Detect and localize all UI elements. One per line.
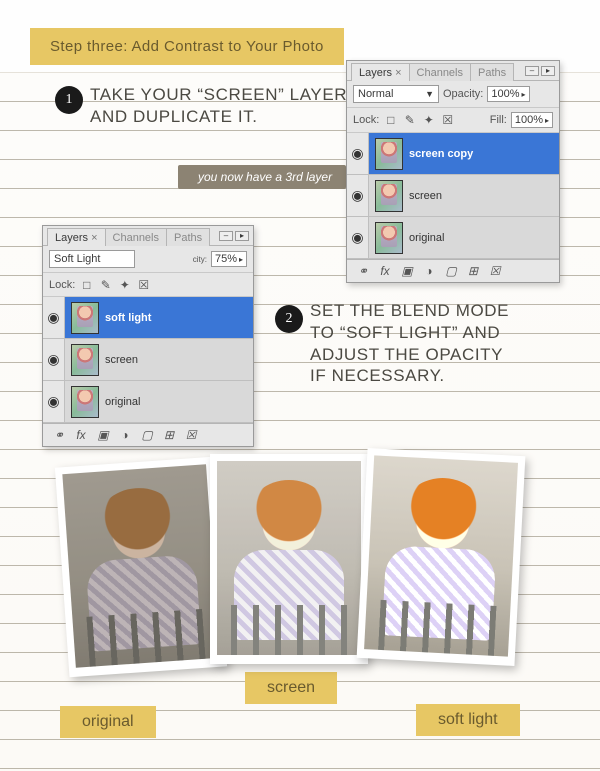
layer-mask-icon[interactable]: ▣: [95, 428, 111, 442]
tab-channels[interactable]: Channels: [105, 228, 167, 246]
blend-mode-dropdown[interactable]: Soft Light: [49, 250, 135, 268]
lock-label: Lock:: [353, 114, 379, 126]
trash-icon[interactable]: ☒: [487, 264, 503, 278]
chevron-right-icon: ▸: [239, 255, 243, 264]
link-layers-icon[interactable]: ⚭: [355, 264, 371, 278]
fill-label: Fill:: [490, 114, 507, 126]
adjustment-layer-icon[interactable]: ◑: [421, 264, 437, 278]
lock-all-icon[interactable]: ☒: [136, 277, 151, 292]
layer-name[interactable]: screen copy: [409, 148, 473, 160]
visibility-eye-icon[interactable]: ◉: [43, 297, 65, 338]
layers-list: ◉ screen copy ◉ screen ◉ original: [347, 133, 559, 259]
blend-mode-value: Soft Light: [54, 253, 100, 265]
layer-name[interactable]: original: [409, 232, 444, 244]
layer-row-original[interactable]: ◉ original: [347, 217, 559, 259]
tab-channels[interactable]: Channels: [409, 63, 471, 81]
layer-name[interactable]: soft light: [105, 312, 151, 324]
panel-minimize-icon[interactable]: –: [219, 231, 233, 241]
label-original: original: [60, 706, 156, 738]
chevron-right-icon: ▸: [522, 90, 526, 99]
fx-icon[interactable]: fx: [377, 264, 393, 278]
visibility-eye-icon[interactable]: ◉: [43, 339, 65, 380]
new-layer-icon[interactable]: ⊞: [465, 264, 481, 278]
photo-original: [55, 457, 227, 678]
fx-icon[interactable]: fx: [73, 428, 89, 442]
visibility-eye-icon[interactable]: ◉: [43, 381, 65, 422]
opacity-value: 100%: [491, 88, 519, 100]
panel-minimize-icon[interactable]: –: [525, 66, 539, 76]
lock-pixels-icon[interactable]: ✎: [98, 277, 113, 292]
layer-thumbnail[interactable]: [71, 302, 99, 334]
chevron-down-icon: ▼: [425, 89, 434, 99]
opacity-label-abbrev: city:: [193, 255, 207, 264]
layer-row-screen[interactable]: ◉ screen: [43, 339, 253, 381]
step-2-text: SET THE BLEND MODE TO “SOFT LIGHT” AND A…: [310, 300, 520, 387]
lock-position-icon[interactable]: ✦: [421, 113, 436, 128]
visibility-eye-icon[interactable]: ◉: [347, 217, 369, 258]
blend-mode-dropdown[interactable]: Normal ▼: [353, 85, 439, 103]
step-title: Step three: Add Contrast to Your Photo: [30, 28, 344, 65]
lock-position-icon[interactable]: ✦: [117, 277, 132, 292]
tab-paths[interactable]: Paths: [470, 63, 514, 81]
new-folder-icon[interactable]: ▢: [443, 264, 459, 278]
callout-third-layer: you now have a 3rd layer: [178, 165, 346, 189]
visibility-eye-icon[interactable]: ◉: [347, 133, 369, 174]
panel-tabs: Layers Channels Paths – ▸: [43, 226, 253, 246]
panel-footer: ⚭ fx ▣ ◑ ▢ ⊞ ☒: [43, 423, 253, 446]
layer-row-screen[interactable]: ◉ screen: [347, 175, 559, 217]
lock-pixels-icon[interactable]: ✎: [402, 113, 417, 128]
step-number-2: 2: [275, 305, 303, 333]
layer-name[interactable]: screen: [105, 354, 138, 366]
opacity-label: Opacity:: [443, 88, 483, 100]
tab-layers[interactable]: Layers: [47, 228, 106, 246]
step-number-1: 1: [55, 86, 83, 114]
layer-name[interactable]: screen: [409, 190, 442, 202]
lock-label: Lock:: [49, 279, 75, 291]
layer-row-screen-copy[interactable]: ◉ screen copy: [347, 133, 559, 175]
layer-thumbnail[interactable]: [375, 180, 403, 212]
tab-paths[interactable]: Paths: [166, 228, 210, 246]
tab-layers[interactable]: Layers: [351, 63, 410, 81]
visibility-eye-icon[interactable]: ◉: [347, 175, 369, 216]
panel-menu-icon[interactable]: ▸: [235, 231, 249, 241]
layers-panel-2: Layers Channels Paths – ▸ Soft Light cit…: [42, 225, 254, 447]
adjustment-layer-icon[interactable]: ◑: [117, 428, 133, 442]
opacity-input[interactable]: 100%▸: [487, 86, 529, 102]
panel-footer: ⚭ fx ▣ ◑ ▢ ⊞ ☒: [347, 259, 559, 282]
panel-menu-icon[interactable]: ▸: [541, 66, 555, 76]
fill-value: 100%: [515, 114, 543, 126]
layer-thumbnail[interactable]: [71, 344, 99, 376]
lock-all-icon[interactable]: ☒: [440, 113, 455, 128]
layer-mask-icon[interactable]: ▣: [399, 264, 415, 278]
step-1-text: TAKE YOUR “SCREEN” LAYER AND DUPLICATE I…: [90, 84, 350, 128]
fill-input[interactable]: 100%▸: [511, 112, 553, 128]
lock-transparency-icon[interactable]: □: [383, 113, 398, 128]
layers-list: ◉ soft light ◉ screen ◉ original: [43, 297, 253, 423]
blend-mode-value: Normal: [358, 88, 393, 100]
new-layer-icon[interactable]: ⊞: [161, 428, 177, 442]
opacity-value: 75%: [215, 253, 237, 265]
chevron-right-icon: ▸: [545, 116, 549, 125]
layer-thumbnail[interactable]: [375, 138, 403, 170]
layer-row-original[interactable]: ◉ original: [43, 381, 253, 423]
layer-thumbnail[interactable]: [71, 386, 99, 418]
layer-name[interactable]: original: [105, 396, 140, 408]
panel-tabs: Layers Channels Paths – ▸: [347, 61, 559, 81]
layer-thumbnail[interactable]: [375, 222, 403, 254]
link-layers-icon[interactable]: ⚭: [51, 428, 67, 442]
layers-panel-1: Layers Channels Paths – ▸ Normal ▼ Opaci…: [346, 60, 560, 283]
photo-screen: [210, 454, 368, 664]
opacity-input[interactable]: 75%▸: [211, 251, 247, 267]
label-soft-light: soft light: [416, 704, 520, 736]
label-screen: screen: [245, 672, 337, 704]
photo-soft-light: [357, 448, 526, 666]
layer-row-soft-light[interactable]: ◉ soft light: [43, 297, 253, 339]
trash-icon[interactable]: ☒: [183, 428, 199, 442]
new-folder-icon[interactable]: ▢: [139, 428, 155, 442]
lock-transparency-icon[interactable]: □: [79, 277, 94, 292]
